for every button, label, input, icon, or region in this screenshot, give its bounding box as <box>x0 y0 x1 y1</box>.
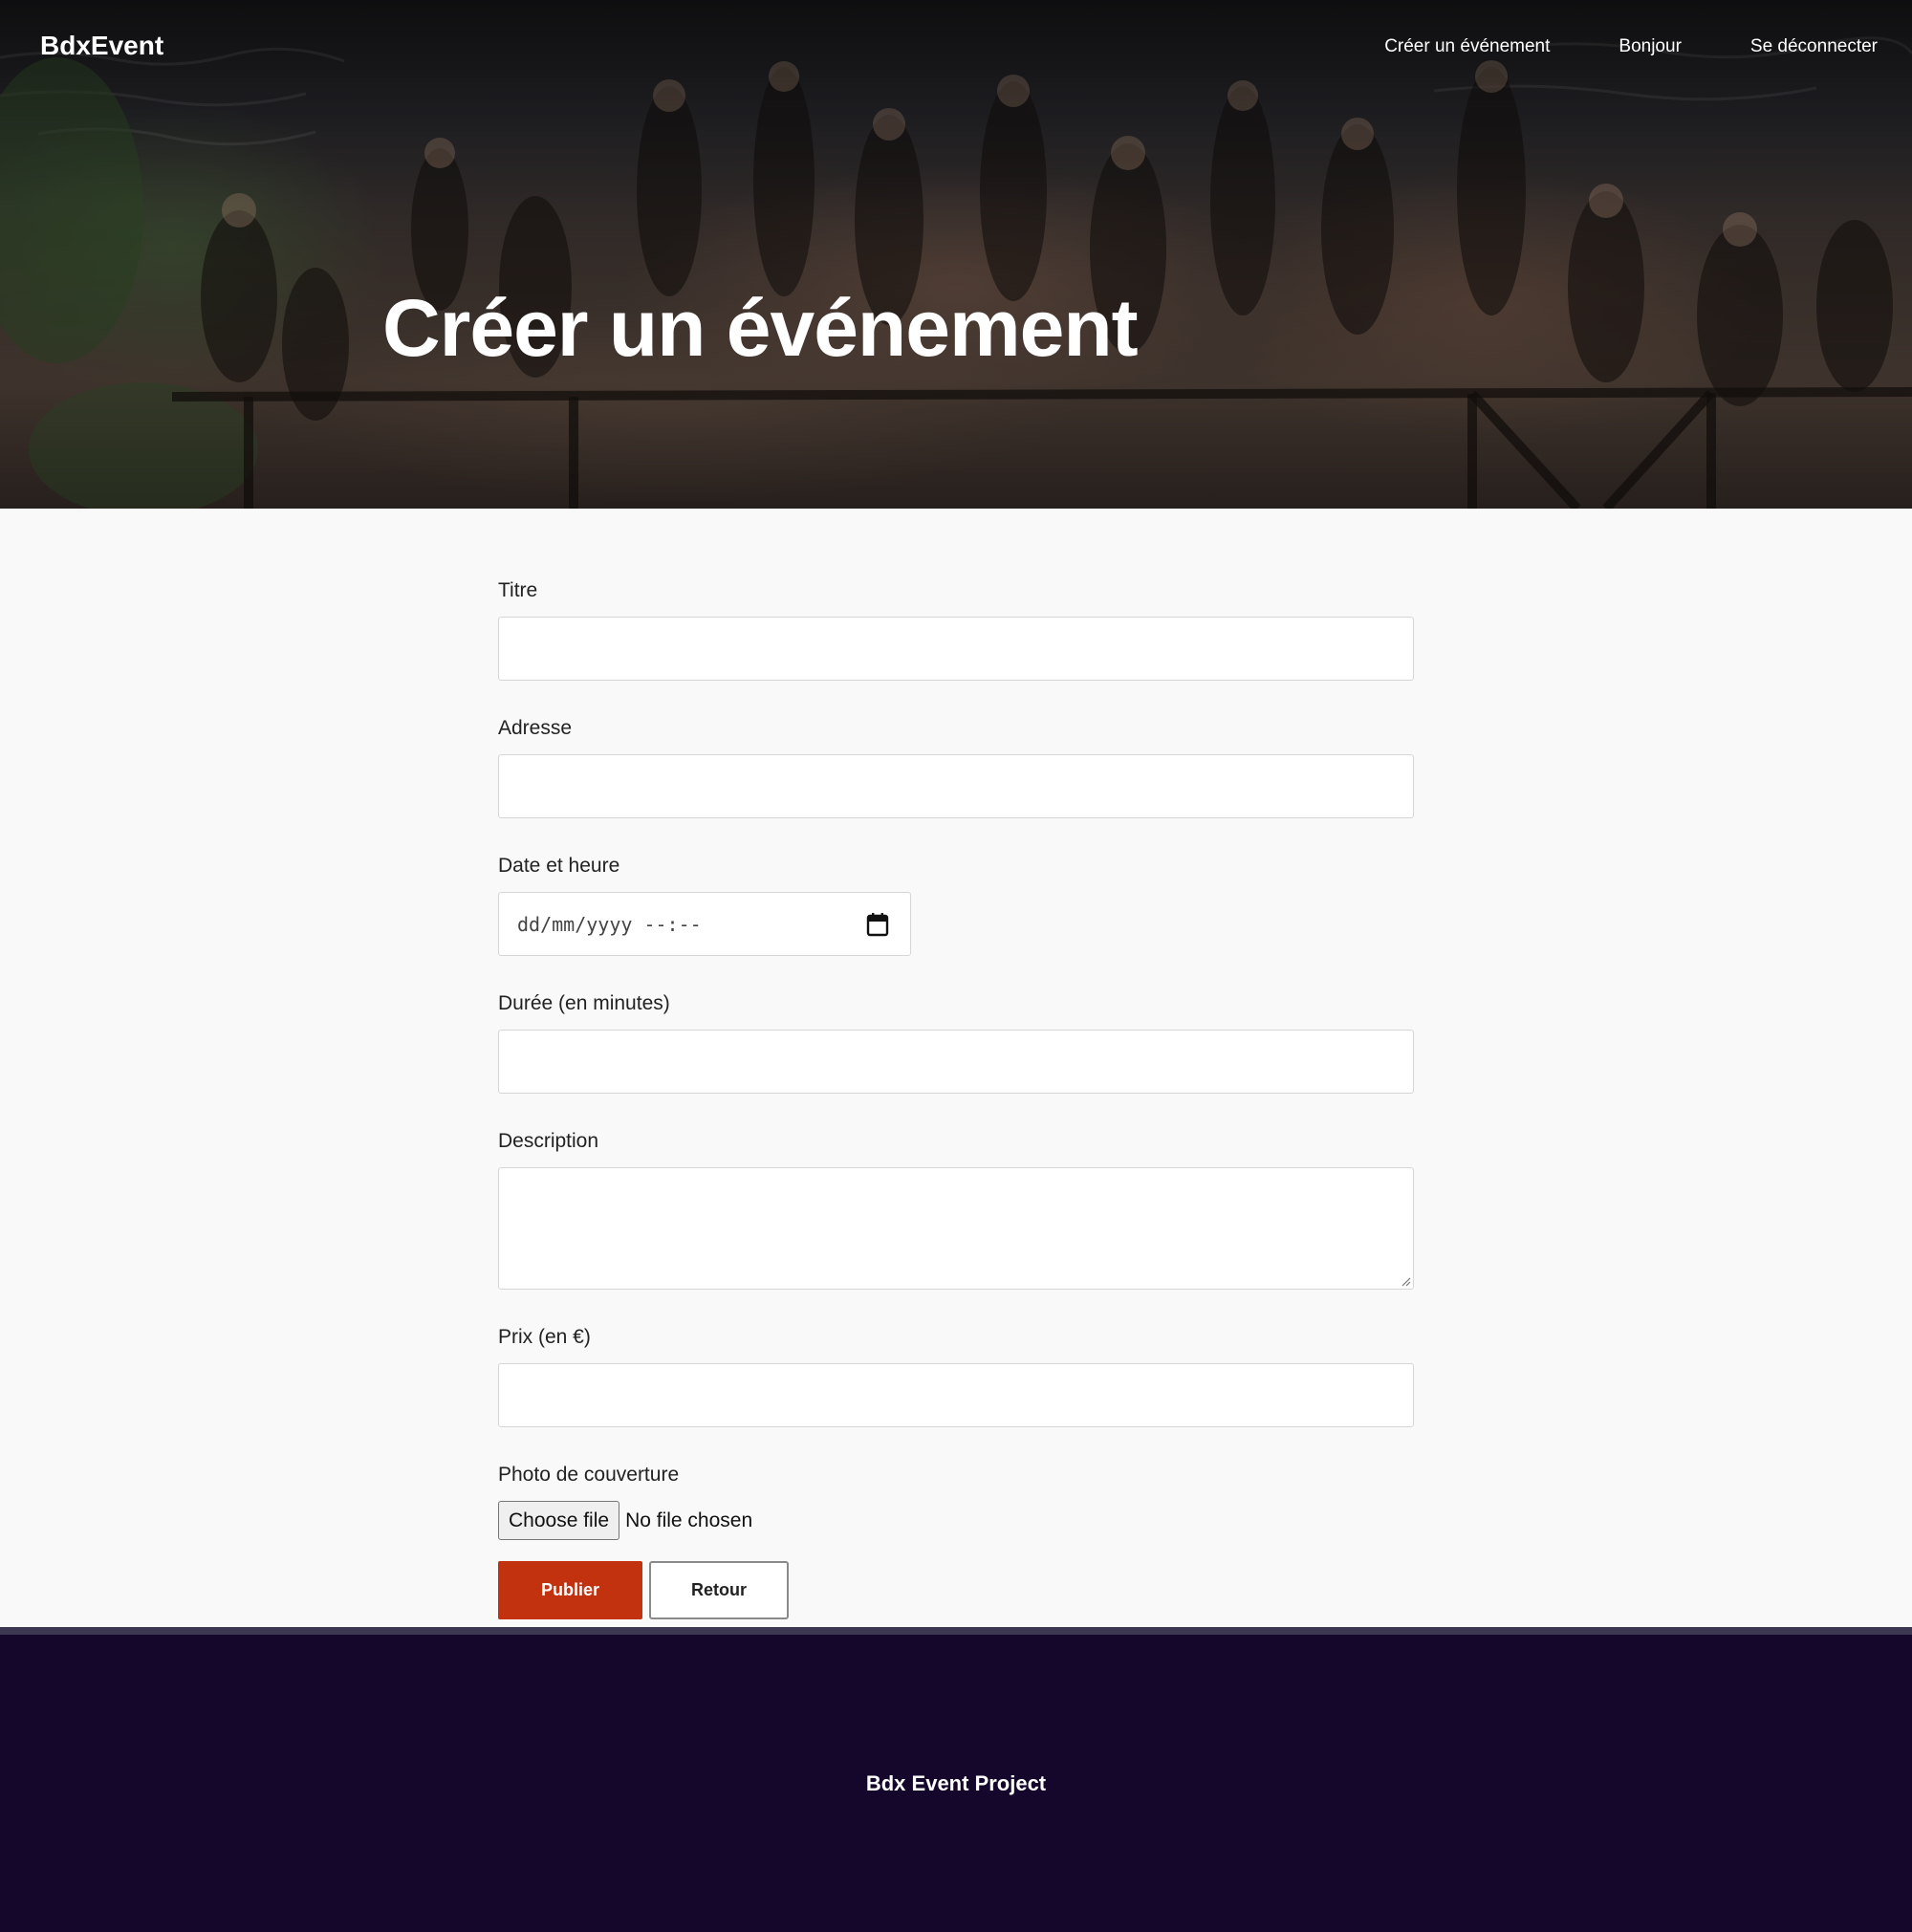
page-title: Créer un événement <box>382 283 1139 373</box>
address-input[interactable] <box>498 754 1414 818</box>
calendar-icon[interactable] <box>866 912 889 937</box>
footer: Bdx Event Project <box>0 1635 1912 1932</box>
footer-divider <box>0 1627 1912 1635</box>
address-label: Adresse <box>498 717 573 739</box>
choose-file-button[interactable]: Choose file <box>498 1501 620 1540</box>
title-label: Titre <box>498 579 538 601</box>
datetime-input[interactable]: dd/mm/yyyy --:-- <box>498 892 911 956</box>
price-input[interactable] <box>498 1363 1414 1427</box>
hero-banner: BdxEvent Créer un événement Bonjour Se d… <box>0 0 1912 509</box>
nav-links: Créer un événement Bonjour Se déconnecte… <box>1384 36 1878 57</box>
resize-handle-icon[interactable] <box>1400 1275 1411 1287</box>
description-label: Description <box>498 1130 599 1152</box>
datetime-placeholder: dd/mm/yyyy --:-- <box>517 913 702 936</box>
description-textarea[interactable] <box>498 1167 1414 1290</box>
duration-input[interactable] <box>498 1030 1414 1094</box>
nav-create-event[interactable]: Créer un événement <box>1384 36 1550 57</box>
create-event-form: Titre Adresse Date et heure dd/mm/yyyy -… <box>498 579 1414 1619</box>
photo-label: Photo de couverture <box>498 1464 680 1486</box>
file-status: No file chosen <box>625 1509 753 1531</box>
footer-text: Bdx Event Project <box>865 1771 1047 1795</box>
title-input[interactable] <box>498 617 1414 681</box>
nav-greeting[interactable]: Bonjour <box>1619 36 1682 57</box>
navbar: BdxEvent Créer un événement Bonjour Se d… <box>0 0 1912 96</box>
price-label: Prix (en €) <box>498 1326 591 1348</box>
brand-logo[interactable]: BdxEvent <box>40 31 163 61</box>
nav-logout[interactable]: Se déconnecter <box>1750 36 1878 57</box>
form-actions: Publier Retour <box>498 1561 1414 1619</box>
photo-file-input: Choose file No file chosen <box>498 1501 1414 1540</box>
datetime-label: Date et heure <box>498 855 620 877</box>
duration-label: Durée (en minutes) <box>498 992 670 1014</box>
back-button[interactable]: Retour <box>649 1561 789 1619</box>
publish-button[interactable]: Publier <box>498 1561 642 1619</box>
